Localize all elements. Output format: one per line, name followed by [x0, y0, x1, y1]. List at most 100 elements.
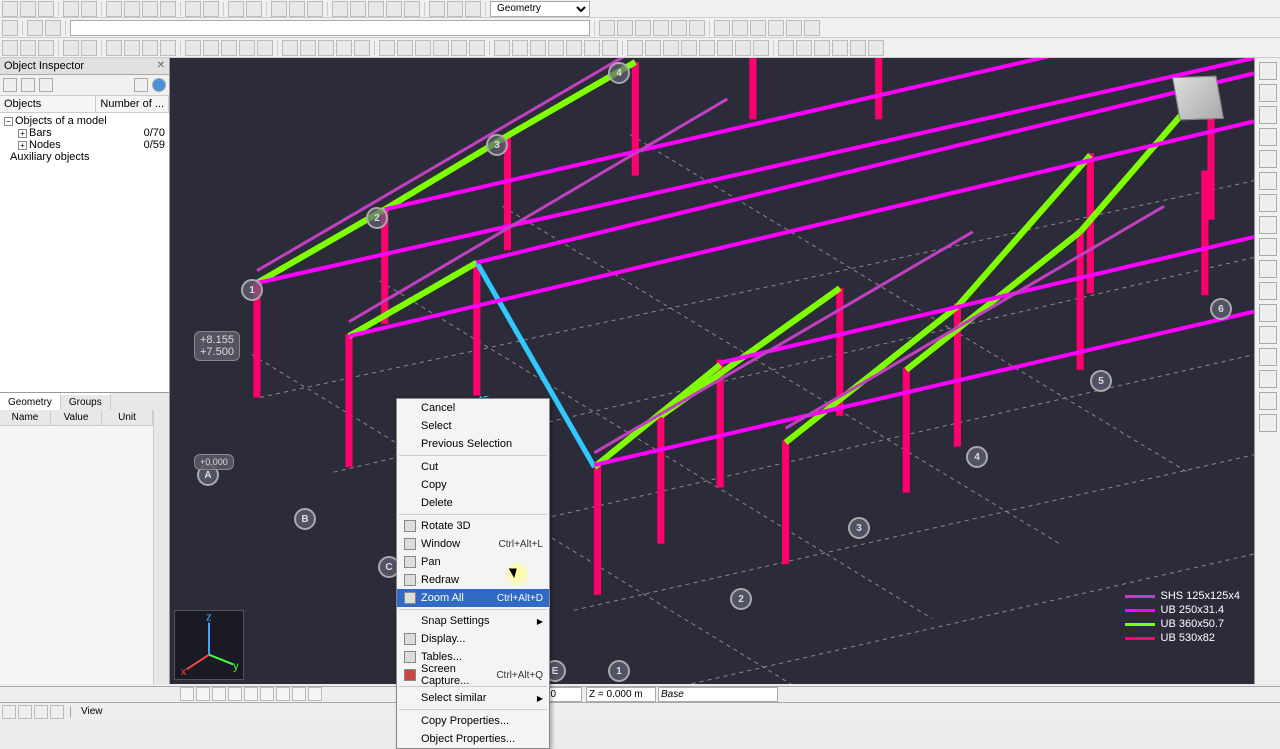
- tool-icon[interactable]: [753, 40, 769, 56]
- view-icon[interactable]: [180, 687, 194, 701]
- tool-icon[interactable]: [246, 1, 262, 17]
- tool-icon[interactable]: [1259, 128, 1277, 146]
- menu-screen-capture[interactable]: Screen Capture...Ctrl+Alt+Q: [397, 666, 549, 684]
- tool-icon[interactable]: [1259, 106, 1277, 124]
- tool-icon[interactable]: [282, 40, 298, 56]
- toolbar-1[interactable]: Geometry: [0, 0, 1280, 18]
- tool-icon[interactable]: [1259, 392, 1277, 410]
- tool-icon[interactable]: [1259, 238, 1277, 256]
- tool-icon[interactable]: [1259, 348, 1277, 366]
- zoom-icon[interactable]: [271, 1, 287, 17]
- status-icon[interactable]: [2, 705, 16, 719]
- scrollbar[interactable]: [153, 410, 169, 685]
- tool-icon[interactable]: [332, 1, 348, 17]
- tool-icon[interactable]: [124, 1, 140, 17]
- tool-icon[interactable]: [142, 1, 158, 17]
- tool-icon[interactable]: [717, 40, 733, 56]
- toolbar-3[interactable]: [0, 38, 1280, 58]
- tool-icon[interactable]: [404, 1, 420, 17]
- geometry-dropdown[interactable]: Geometry: [490, 1, 590, 17]
- tool-icon[interactable]: [63, 40, 79, 56]
- close-icon[interactable]: ✕: [157, 60, 165, 72]
- tab-geometry[interactable]: Geometry: [0, 393, 61, 410]
- view-icon[interactable]: [260, 687, 274, 701]
- tool-icon[interactable]: [786, 20, 802, 36]
- tool-icon[interactable]: [663, 40, 679, 56]
- menu-select[interactable]: Select: [397, 417, 549, 435]
- print-icon[interactable]: [63, 1, 79, 17]
- save-icon[interactable]: [38, 1, 54, 17]
- search-icon[interactable]: [134, 78, 148, 92]
- tool-icon[interactable]: [160, 40, 176, 56]
- tool-icon[interactable]: [627, 40, 643, 56]
- menu-prev-selection[interactable]: Previous Selection: [397, 435, 549, 453]
- tool-icon[interactable]: [584, 40, 600, 56]
- view-cube[interactable]: [1172, 76, 1224, 121]
- view-icon[interactable]: [276, 687, 290, 701]
- redo-icon[interactable]: [203, 1, 219, 17]
- tool-icon[interactable]: [386, 1, 402, 17]
- tool-icon[interactable]: [714, 20, 730, 36]
- tool-icon[interactable]: [354, 40, 370, 56]
- tool-icon[interactable]: [645, 40, 661, 56]
- tool-icon[interactable]: [832, 40, 848, 56]
- tool-icon[interactable]: [1259, 150, 1277, 168]
- tool-icon[interactable]: [681, 40, 697, 56]
- view-icon[interactable]: [212, 687, 226, 701]
- view-icon[interactable]: [292, 687, 306, 701]
- tool-icon[interactable]: [804, 20, 820, 36]
- status-icon[interactable]: [18, 705, 32, 719]
- property-grid[interactable]: Name Value Unit: [0, 410, 153, 685]
- undo-icon[interactable]: [185, 1, 201, 17]
- tool-icon[interactable]: [124, 40, 140, 56]
- tool-icon[interactable]: [494, 40, 510, 56]
- coord-input[interactable]: [586, 687, 656, 702]
- tool-icon[interactable]: [81, 40, 97, 56]
- tool-icon[interactable]: [671, 20, 687, 36]
- menu-cut[interactable]: Cut: [397, 458, 549, 476]
- view-icon[interactable]: [244, 687, 258, 701]
- tool-icon[interactable]: [599, 20, 615, 36]
- menu-snap-settings[interactable]: Snap Settings▶: [397, 612, 549, 630]
- tool-icon[interactable]: [1259, 282, 1277, 300]
- tool-icon[interactable]: [699, 40, 715, 56]
- tool-icon[interactable]: [45, 20, 61, 36]
- tool-icon[interactable]: [750, 20, 766, 36]
- tool-icon[interactable]: [257, 40, 273, 56]
- tool-icon[interactable]: [106, 40, 122, 56]
- tool-icon[interactable]: [379, 40, 395, 56]
- tool-icon[interactable]: [635, 20, 651, 36]
- tool-icon[interactable]: [451, 40, 467, 56]
- tool-icon[interactable]: [221, 40, 237, 56]
- tool-icon[interactable]: [142, 40, 158, 56]
- status-icon[interactable]: [34, 705, 48, 719]
- tool-icon[interactable]: [1259, 84, 1277, 102]
- view-icon[interactable]: [228, 687, 242, 701]
- tool-icon[interactable]: [566, 40, 582, 56]
- tool-icon[interactable]: [228, 1, 244, 17]
- tool-icon[interactable]: [106, 1, 122, 17]
- tool-icon[interactable]: [429, 1, 445, 17]
- tool-icon[interactable]: [469, 40, 485, 56]
- tool-icon[interactable]: [1259, 326, 1277, 344]
- command-input[interactable]: [70, 20, 590, 36]
- tool-icon[interactable]: [160, 1, 176, 17]
- tool-icon[interactable]: [38, 40, 54, 56]
- tool-icon[interactable]: [397, 40, 413, 56]
- tab-groups[interactable]: Groups: [61, 393, 111, 410]
- tool-icon[interactable]: [203, 40, 219, 56]
- tool-icon[interactable]: [415, 40, 431, 56]
- tool-icon[interactable]: [602, 40, 618, 56]
- tool-icon[interactable]: [814, 40, 830, 56]
- status-icon[interactable]: [50, 705, 64, 719]
- open-icon[interactable]: [20, 1, 36, 17]
- tool-icon[interactable]: [20, 40, 36, 56]
- menu-object-properties[interactable]: Object Properties...: [397, 730, 549, 748]
- tool-icon[interactable]: [2, 40, 18, 56]
- tool-icon[interactable]: [239, 40, 255, 56]
- view-icon[interactable]: [308, 687, 322, 701]
- tool-icon[interactable]: [735, 40, 751, 56]
- menu-copy-properties[interactable]: Copy Properties...: [397, 712, 549, 730]
- tool-icon[interactable]: [433, 40, 449, 56]
- tool-icon[interactable]: [732, 20, 748, 36]
